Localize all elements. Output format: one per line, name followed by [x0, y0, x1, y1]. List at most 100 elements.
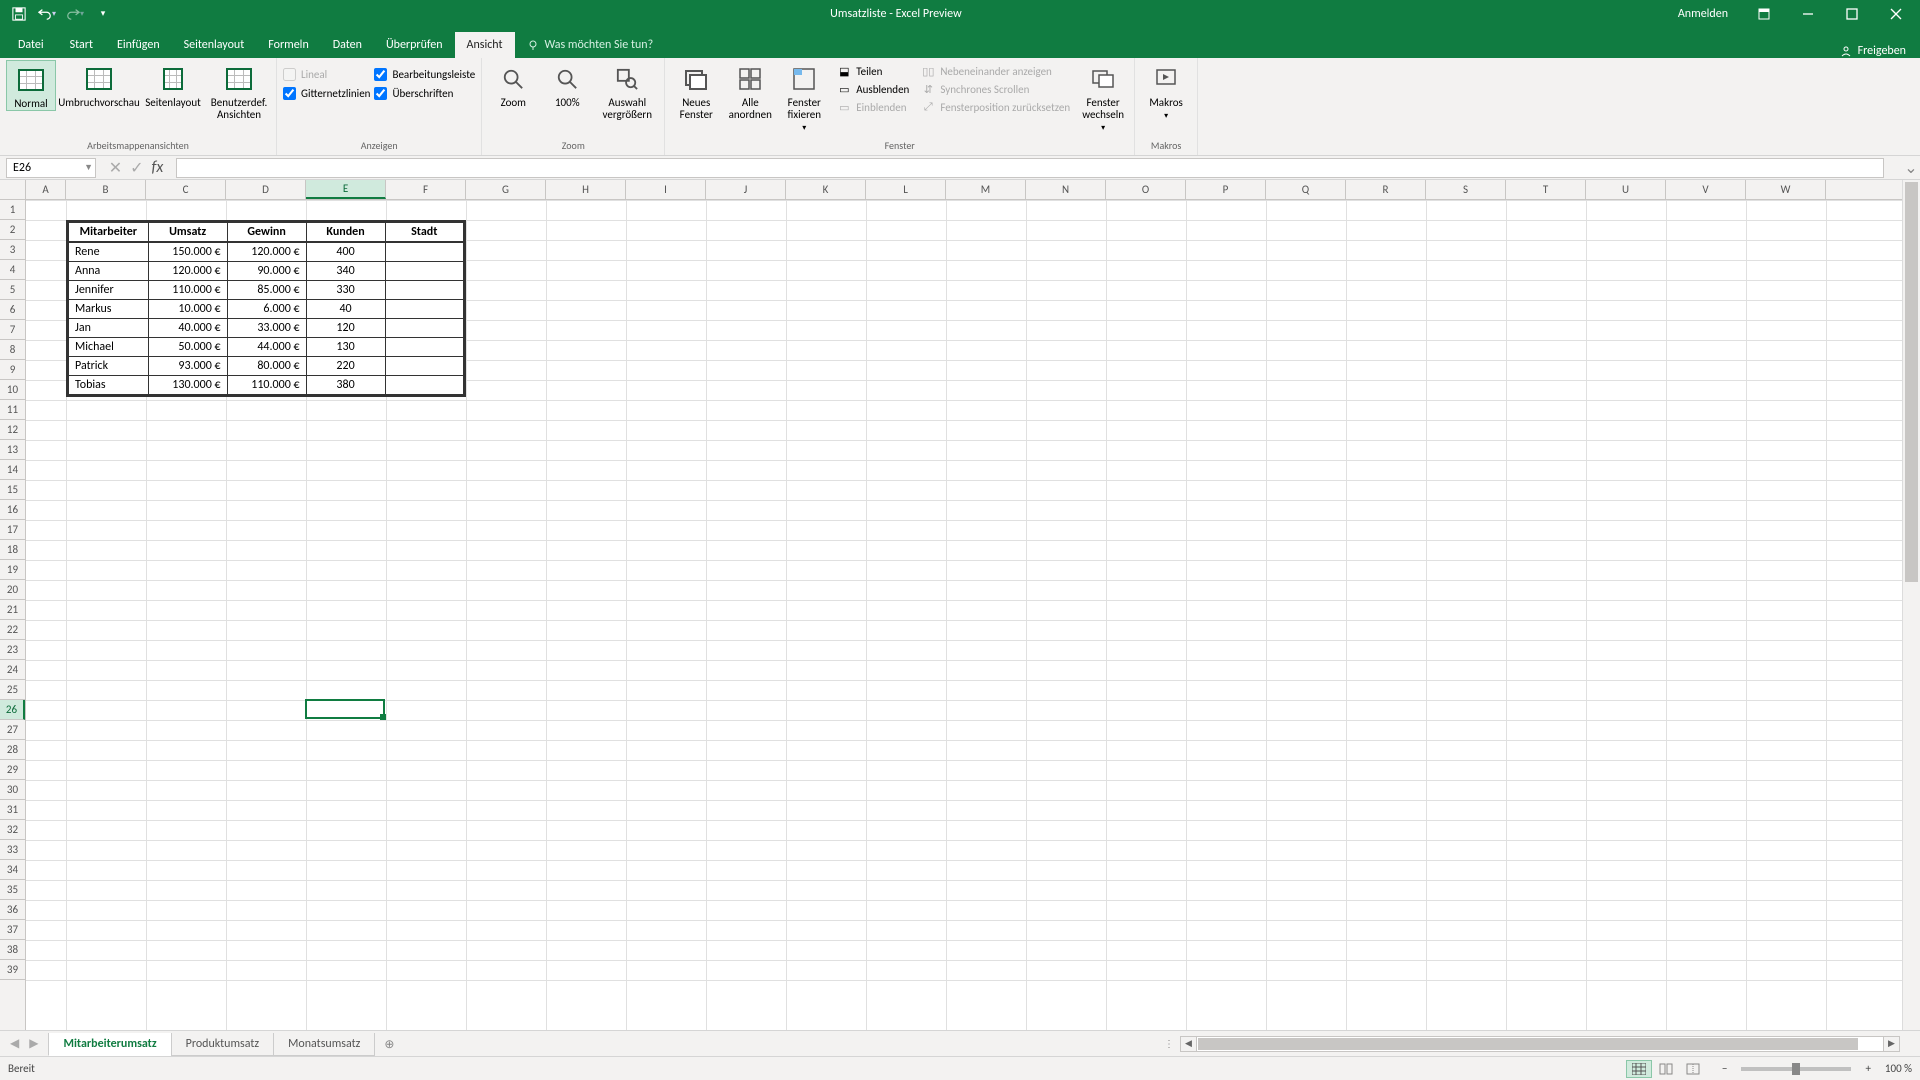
- tab-seitenlayout[interactable]: Seitenlayout: [172, 32, 257, 58]
- minimize-icon[interactable]: [1788, 0, 1828, 27]
- row-header[interactable]: 2: [0, 220, 25, 240]
- tab-datei[interactable]: Datei: [4, 32, 58, 58]
- row-header[interactable]: 18: [0, 540, 25, 560]
- formulabar-checkbox[interactable]: Bearbeitungsleiste: [374, 68, 475, 81]
- column-header[interactable]: L: [866, 180, 946, 199]
- row-header[interactable]: 34: [0, 860, 25, 880]
- sheet-tab-mitarbeiter[interactable]: Mitarbeiterumsatz: [48, 1033, 171, 1056]
- chevron-down-icon[interactable]: ▼: [84, 162, 93, 173]
- hscroll-left-icon[interactable]: ◀: [1181, 1037, 1197, 1051]
- column-header[interactable]: M: [946, 180, 1026, 199]
- column-header[interactable]: T: [1506, 180, 1586, 199]
- zoom-value[interactable]: 100 %: [1885, 1062, 1912, 1075]
- qat-customize-icon[interactable]: ▾: [92, 3, 114, 25]
- row-header[interactable]: 37: [0, 920, 25, 940]
- formula-input[interactable]: [176, 158, 1884, 178]
- headings-checkbox[interactable]: Überschriften: [374, 87, 475, 100]
- column-header[interactable]: U: [1586, 180, 1666, 199]
- row-header[interactable]: 11: [0, 400, 25, 420]
- column-header[interactable]: I: [626, 180, 706, 199]
- zoom-in-button[interactable]: +: [1859, 1062, 1876, 1075]
- column-header[interactable]: E: [306, 180, 386, 199]
- sheet-nav-next-icon[interactable]: ▶: [25, 1036, 42, 1051]
- close-icon[interactable]: [1876, 0, 1916, 27]
- row-header[interactable]: 25: [0, 680, 25, 700]
- select-all-corner[interactable]: [0, 180, 26, 200]
- column-header[interactable]: C: [146, 180, 226, 199]
- column-header[interactable]: B: [66, 180, 146, 199]
- column-header[interactable]: O: [1106, 180, 1186, 199]
- row-header[interactable]: 29: [0, 760, 25, 780]
- arrange-all-button[interactable]: Alle anordnen: [725, 60, 775, 121]
- column-header[interactable]: G: [466, 180, 546, 199]
- zoom-button[interactable]: Zoom: [488, 60, 538, 109]
- row-header[interactable]: 6: [0, 300, 25, 320]
- row-header[interactable]: 36: [0, 900, 25, 920]
- row-header[interactable]: 12: [0, 420, 25, 440]
- column-header[interactable]: W: [1746, 180, 1826, 199]
- row-header[interactable]: 8: [0, 340, 25, 360]
- split-button[interactable]: ⬓Teilen: [833, 63, 913, 79]
- sign-in-link[interactable]: Anmelden: [1678, 7, 1728, 21]
- switch-windows-button[interactable]: Fenster wechseln ▾: [1078, 60, 1128, 133]
- view-normal-icon[interactable]: [1626, 1060, 1652, 1078]
- column-header[interactable]: S: [1426, 180, 1506, 199]
- column-header[interactable]: K: [786, 180, 866, 199]
- row-header[interactable]: 7: [0, 320, 25, 340]
- view-custom-button[interactable]: Benutzerdef. Ansichten: [208, 60, 270, 121]
- row-header[interactable]: 5: [0, 280, 25, 300]
- row-header[interactable]: 23: [0, 640, 25, 660]
- zoom-100-button[interactable]: 100%: [542, 60, 592, 109]
- tab-ueberpruefen[interactable]: Überprüfen: [374, 32, 455, 58]
- row-header[interactable]: 22: [0, 620, 25, 640]
- undo-icon[interactable]: ▾: [36, 3, 58, 25]
- maximize-icon[interactable]: [1832, 0, 1872, 27]
- column-header[interactable]: R: [1346, 180, 1426, 199]
- row-header[interactable]: 15: [0, 480, 25, 500]
- row-header[interactable]: 9: [0, 360, 25, 380]
- tab-daten[interactable]: Daten: [321, 32, 374, 58]
- column-header[interactable]: Q: [1266, 180, 1346, 199]
- macros-button[interactable]: Makros ▾: [1141, 60, 1191, 121]
- row-header[interactable]: 31: [0, 800, 25, 820]
- row-header[interactable]: 26: [0, 700, 25, 720]
- zoom-slider[interactable]: [1741, 1067, 1851, 1071]
- view-pagelayout-icon[interactable]: [1653, 1060, 1679, 1078]
- row-header[interactable]: 33: [0, 840, 25, 860]
- view-pagelayout-button[interactable]: Seitenlayout: [142, 60, 204, 109]
- row-header[interactable]: 14: [0, 460, 25, 480]
- horizontal-scrollbar[interactable]: ◀ ▶: [1180, 1036, 1900, 1052]
- column-header[interactable]: J: [706, 180, 786, 199]
- row-header[interactable]: 10: [0, 380, 25, 400]
- tab-formeln[interactable]: Formeln: [256, 32, 320, 58]
- fx-icon[interactable]: fx: [152, 158, 164, 177]
- sheet-tab-monat[interactable]: Monatsumsatz: [273, 1033, 375, 1056]
- new-window-button[interactable]: Neues Fenster: [671, 60, 721, 121]
- row-header[interactable]: 24: [0, 660, 25, 680]
- sheet-nav-prev-icon[interactable]: ◀: [6, 1036, 23, 1051]
- zoom-selection-button[interactable]: Auswahl vergrößern: [596, 60, 658, 121]
- row-header[interactable]: 32: [0, 820, 25, 840]
- hscroll-right-icon[interactable]: ▶: [1883, 1037, 1899, 1051]
- row-header[interactable]: 28: [0, 740, 25, 760]
- view-normal-button[interactable]: Normal: [6, 60, 56, 111]
- row-header[interactable]: 1: [0, 200, 25, 220]
- row-header[interactable]: 4: [0, 260, 25, 280]
- row-header[interactable]: 21: [0, 600, 25, 620]
- row-header[interactable]: 13: [0, 440, 25, 460]
- row-header[interactable]: 16: [0, 500, 25, 520]
- column-header[interactable]: H: [546, 180, 626, 199]
- save-icon[interactable]: [8, 3, 30, 25]
- gridlines-checkbox[interactable]: Gitternetzlinien: [283, 87, 370, 100]
- tab-ansicht[interactable]: Ansicht: [455, 32, 515, 58]
- column-header[interactable]: F: [386, 180, 466, 199]
- row-header[interactable]: 19: [0, 560, 25, 580]
- view-pagebreak-button[interactable]: Umbruchvorschau: [60, 60, 138, 109]
- sheet-tab-produkt[interactable]: Produktumsatz: [171, 1033, 275, 1056]
- column-header[interactable]: D: [226, 180, 306, 199]
- redo-icon[interactable]: ▾: [64, 3, 86, 25]
- row-header[interactable]: 38: [0, 940, 25, 960]
- tab-einfuegen[interactable]: Einfügen: [105, 32, 172, 58]
- row-header[interactable]: 3: [0, 240, 25, 260]
- tell-me-search[interactable]: Was möchten Sie tun?: [515, 32, 666, 58]
